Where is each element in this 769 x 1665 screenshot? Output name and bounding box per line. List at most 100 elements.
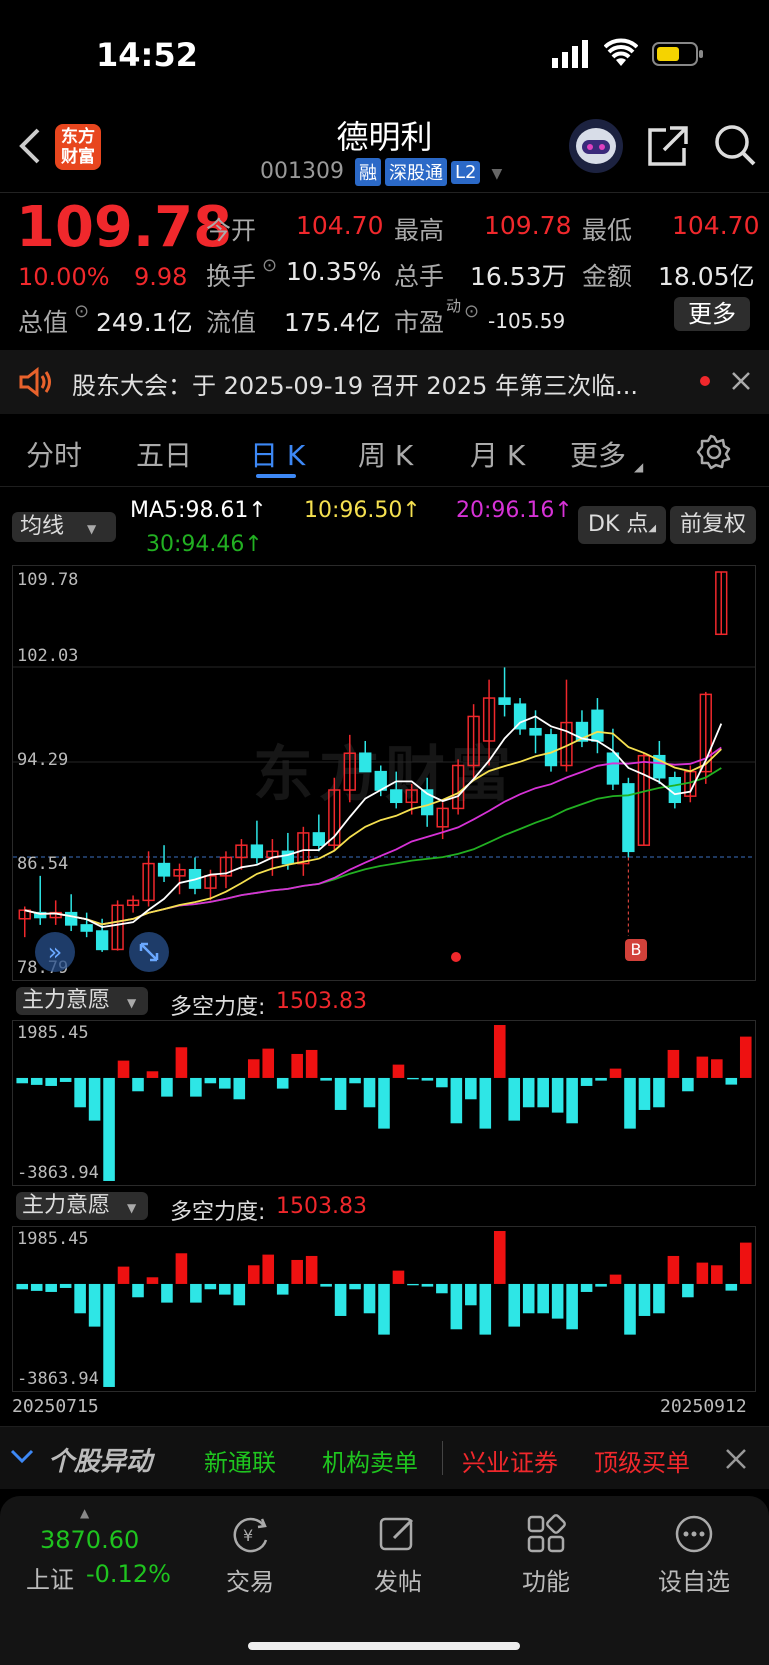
ticker-divider — [442, 1441, 443, 1475]
post-icon[interactable] — [378, 1514, 418, 1554]
indicator-bar — [537, 1077, 549, 1108]
notice-text: 股东大会：于 2025-09-19 召开 2025 年第三次临... — [72, 372, 638, 400]
indicator-bar — [711, 1059, 723, 1078]
watchlist-icon[interactable] — [674, 1514, 714, 1554]
indicator-bar — [204, 1077, 217, 1084]
indicator-bar — [276, 1077, 289, 1089]
candle — [498, 697, 511, 705]
tab-active-indicator — [256, 474, 296, 478]
candle — [359, 752, 372, 773]
buy-marker-badge[interactable]: B — [625, 939, 647, 961]
notice-bar[interactable]: 股东大会：于 2025-09-19 召开 2025 年第三次临... — [0, 350, 769, 414]
stat-value-turnover: 10.35% — [286, 257, 382, 286]
indicator-bar — [175, 1047, 188, 1078]
index-change[interactable]: -0.12% — [86, 1560, 171, 1588]
trade-icon[interactable]: ¥ — [230, 1514, 272, 1554]
event-dot[interactable] — [451, 952, 461, 962]
tab-monthly-k[interactable]: 月 K — [470, 434, 525, 474]
info-dots-icon[interactable]: ⊙ — [464, 301, 479, 322]
indicator-chart-2[interactable]: 1985.45 -3863.94 — [12, 1226, 756, 1392]
ticker-item-1[interactable]: 新通联 — [204, 1443, 276, 1478]
stat-label-total-cap: 总值 — [18, 308, 69, 337]
tab-weekly-k[interactable]: 周 K — [358, 434, 413, 474]
indicator-bar — [392, 1064, 405, 1078]
stat-value-amount: 18.05亿 — [658, 262, 755, 291]
nav-watchlist[interactable]: 设自选 — [654, 1562, 734, 1597]
ma-bar: 均线 ▼ MA5:98.61↑ 10:96.50↑ 20:96.16↑ 30:9… — [0, 490, 769, 558]
bottom-bar: ▲ 3870.60 上证 -0.12% ¥ 交易 发帖 功能 设自选 — [0, 1496, 769, 1665]
indicator-bar — [580, 1283, 593, 1292]
divider — [0, 192, 769, 193]
ma-selector[interactable]: 均线 ▼ — [12, 512, 116, 542]
indicator-bar — [667, 1049, 680, 1078]
info-dots-icon[interactable]: ⊙ — [262, 255, 277, 276]
dk-point-button[interactable]: DK 点◢ — [578, 506, 667, 544]
expand-left-icon[interactable]: » — [35, 932, 75, 972]
indicator-bar — [479, 1077, 492, 1129]
indicator-bar — [479, 1283, 492, 1335]
tab-daily-k[interactable]: 日 K — [250, 434, 305, 474]
indicator-bar — [262, 1254, 275, 1284]
stat-value-pe: -105.59 — [488, 309, 566, 333]
indicator-bar — [624, 1077, 636, 1129]
share-icon[interactable] — [646, 124, 690, 168]
indicator-bar — [450, 1283, 463, 1330]
movement-ticker[interactable]: 个股异动 新通联 机构卖单 兴业证券 顶级买单 — [0, 1426, 769, 1489]
change-percent: 10.00% — [18, 263, 110, 291]
collapse-chevron-icon[interactable] — [8, 1447, 36, 1467]
ticker-close-icon[interactable] — [724, 1447, 748, 1471]
index-name[interactable]: 上证 — [26, 1560, 74, 1595]
adjust-button[interactable]: 前复权 — [670, 506, 757, 544]
indicator-bar — [117, 1060, 130, 1078]
ticker-item-2[interactable]: 机构卖单 — [322, 1443, 418, 1478]
stat-label-open: 今开 — [206, 216, 257, 245]
indicator-bar — [291, 1259, 303, 1284]
indicator-selector-1[interactable]: 主力意愿 ▼ — [16, 987, 148, 1015]
indicator-chart-1[interactable]: 1985.45 -3863.94 — [12, 1020, 756, 1186]
nav-post[interactable]: 发帖 — [368, 1562, 428, 1597]
indicator-bar — [711, 1265, 723, 1284]
info-dots-icon[interactable]: ⊙ — [74, 301, 89, 322]
ticker-item-4[interactable]: 顶级买单 — [594, 1443, 690, 1478]
fullscreen-icon[interactable] — [129, 932, 169, 972]
stat-label-high: 最高 — [394, 216, 445, 245]
indicator-header-1: 主力意愿 ▼ 多空力度: 1503.83 — [0, 985, 769, 1021]
stat-value-low: 104.70 — [672, 211, 760, 240]
nav-functions[interactable]: 功能 — [516, 1562, 576, 1597]
candle — [668, 777, 681, 804]
tab-five-day[interactable]: 五日 — [136, 434, 192, 474]
indicator-bar — [320, 1077, 332, 1081]
indicator-bar — [117, 1266, 130, 1284]
close-icon[interactable] — [730, 370, 752, 392]
current-price: 109.78 — [16, 195, 233, 260]
indicator-selector-2[interactable]: 主力意愿 ▼ — [16, 1192, 148, 1220]
tab-intraday[interactable]: 分时 — [26, 434, 82, 474]
speaker-icon — [18, 366, 54, 398]
candle — [80, 924, 93, 932]
indicator-bar — [667, 1255, 680, 1284]
candle — [65, 911, 78, 926]
stat-label-amount: 金额 — [582, 262, 633, 291]
indicator-header-2: 主力意愿 ▼ 多空力度: 1503.83 — [0, 1190, 769, 1226]
indicator-name-2: 多空力度: — [170, 1200, 266, 1225]
y-label-3: 94.29 — [17, 750, 69, 770]
search-icon[interactable] — [712, 122, 758, 168]
stock-code-row[interactable]: 001309 融深股通 L2 ▼ — [260, 158, 520, 186]
indicator-bar — [132, 1077, 144, 1092]
nav-trade[interactable]: 交易 — [220, 1562, 280, 1597]
index-value[interactable]: 3870.60 — [40, 1526, 139, 1554]
stat-value-open: 104.70 — [296, 211, 384, 240]
settings-gear-icon[interactable] — [696, 434, 732, 470]
tab-more[interactable]: 更多 — [570, 434, 626, 474]
indicator-bar — [161, 1283, 173, 1303]
indicator-bar — [219, 1283, 231, 1295]
date-start: 20250715 — [12, 1396, 99, 1417]
ticker-item-3[interactable]: 兴业证券 — [462, 1443, 558, 1478]
robot-assistant-icon[interactable] — [568, 118, 624, 174]
ma-selector-caret-icon: ▼ — [87, 522, 97, 536]
more-button[interactable]: 更多 — [674, 297, 750, 331]
indicator-bar — [566, 1077, 578, 1124]
kline-chart[interactable]: 东方财富 109.78 102.03 94.29 86.54 78.79 » B — [12, 565, 756, 981]
wifi-icon — [603, 38, 639, 68]
functions-icon[interactable] — [526, 1514, 566, 1554]
